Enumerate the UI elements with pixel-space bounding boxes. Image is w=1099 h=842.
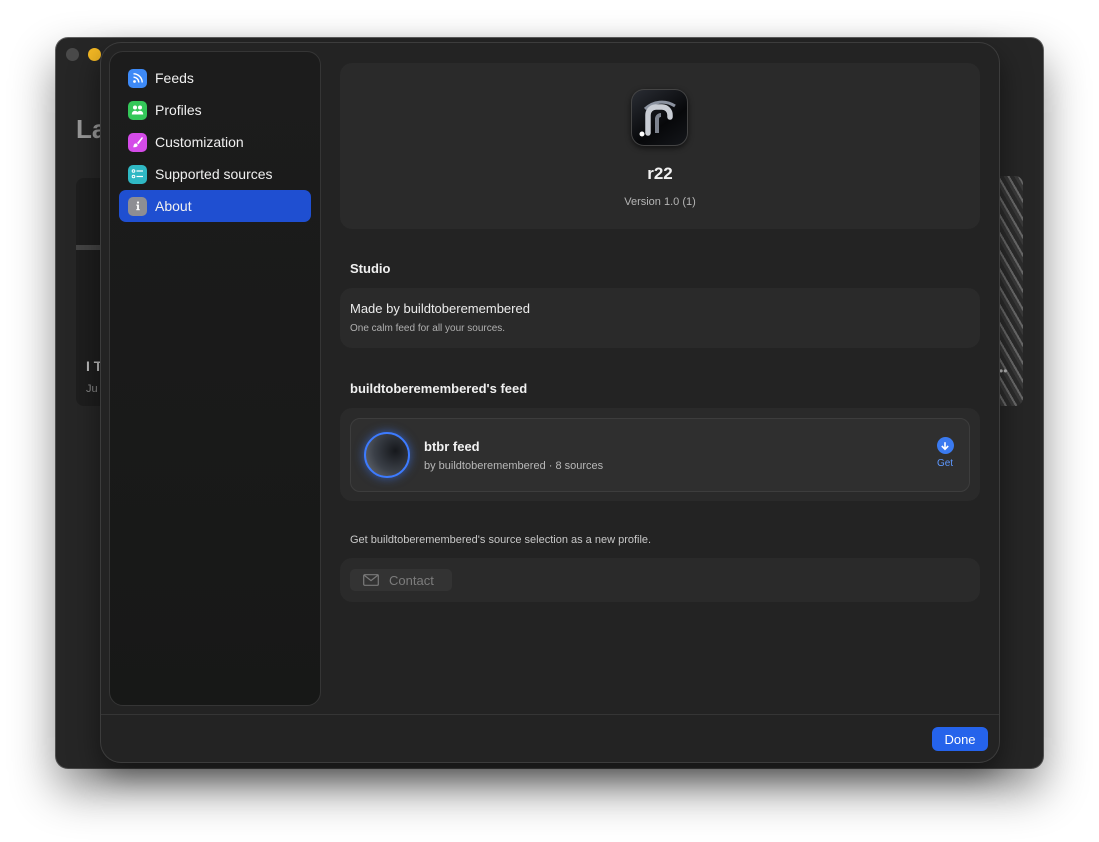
download-arrow-icon — [936, 437, 954, 454]
sidebar-item-label: Feeds — [155, 70, 194, 86]
window-close-button[interactable] — [66, 48, 79, 61]
contact-card: Contact — [340, 558, 980, 602]
get-feed-button[interactable]: Get — [933, 437, 957, 469]
get-label: Get — [936, 458, 954, 469]
sidebar-item-feeds[interactable]: Feeds — [119, 62, 311, 94]
settings-sheet: Feeds Profiles Customization Supported s… — [101, 43, 999, 762]
sidebar-item-label: Supported sources — [155, 166, 273, 182]
studio-card: Made by buildtoberemembered One calm fee… — [340, 288, 980, 348]
app-info-card: r22 Version 1.0 (1) — [340, 63, 980, 229]
feed-hint: Get buildtoberemembered's source selecti… — [350, 534, 652, 546]
studio-section-title: Studio — [350, 261, 391, 276]
sidebar-item-about[interactable]: About — [119, 190, 311, 222]
feed-avatar — [364, 432, 410, 478]
done-button[interactable]: Done — [932, 727, 988, 751]
feed-section-title: buildtoberemembered's feed — [350, 381, 528, 396]
feed-name: btbr feed — [424, 439, 480, 454]
feed-subtitle: by buildtoberemembered · 8 sources — [424, 460, 604, 472]
more-icon: •• — [999, 364, 1008, 378]
contact-label: Contact — [389, 572, 434, 588]
settings-sidebar: Feeds Profiles Customization Supported s… — [109, 51, 321, 706]
envelope-icon — [363, 574, 379, 586]
list-icon — [128, 164, 147, 184]
sidebar-item-customization[interactable]: Customization — [119, 126, 311, 158]
studio-tagline: One calm feed for all your sources. — [350, 323, 506, 334]
app-version: Version 1.0 (1) — [624, 196, 696, 208]
app-icon — [631, 89, 688, 146]
studio-made-by: Made by buildtoberemembered — [350, 301, 530, 316]
feed-card: btbr feed by buildtoberemembered · 8 sou… — [340, 408, 980, 501]
feed-item[interactable]: btbr feed by buildtoberemembered · 8 sou… — [350, 418, 970, 492]
brush-icon — [128, 132, 147, 152]
app-name: r22 — [647, 164, 673, 183]
info-icon — [128, 196, 147, 216]
rss-icon — [128, 68, 147, 88]
background-card-date: Ju — [86, 383, 98, 395]
window-minimize-button[interactable] — [88, 48, 101, 61]
footer-divider — [101, 714, 999, 715]
sidebar-item-supported-sources[interactable]: Supported sources — [119, 158, 311, 190]
sidebar-item-profiles[interactable]: Profiles — [119, 94, 311, 126]
background-card-title: I T — [86, 358, 103, 374]
contact-button[interactable]: Contact — [350, 569, 452, 591]
sidebar-item-label: Customization — [155, 134, 244, 150]
sidebar-item-label: Profiles — [155, 102, 202, 118]
sidebar-item-label: About — [155, 198, 192, 214]
people-icon — [128, 100, 147, 120]
